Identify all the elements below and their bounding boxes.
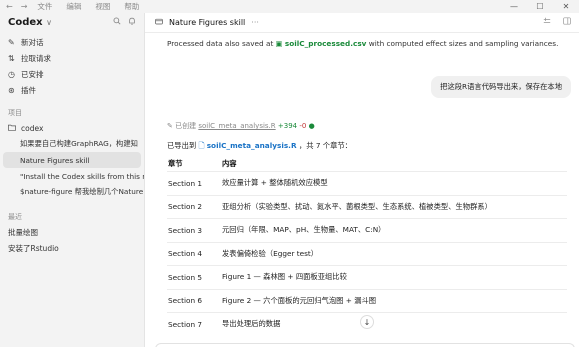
lines-added: +394 <box>277 122 298 130</box>
pull-request-icon: ⇅ <box>8 53 15 63</box>
edit-icon: ✎ <box>8 37 15 47</box>
table-cell: Section 3 <box>168 225 203 235</box>
project-name: codex <box>21 123 44 133</box>
exported-suffix: ，共 7 个章节： <box>298 141 352 150</box>
table-row: Section 2 亚组分析（实验类型、扰动、氮水平、菌根类型、生态系统、植被类… <box>167 194 567 219</box>
menu-file[interactable]: 文件 <box>37 1 52 12</box>
sidebar-item-label: 新对话 <box>21 37 44 47</box>
forward-arrow-icon[interactable]: → <box>21 2 28 11</box>
more-options-icon[interactable]: ··· <box>251 18 259 27</box>
search-icon[interactable] <box>113 17 121 27</box>
table-cell: 元回归（年限、MAP、pH、生物量、MAT、C:N） <box>222 225 386 235</box>
processed-data-line: Processed data also saved at ▣ soilC_pro… <box>167 39 567 48</box>
processed-prefix: Processed data also saved at <box>167 39 274 48</box>
sidebar-item-label: 拉取请求 <box>21 53 51 63</box>
thread-item[interactable]: "Install the Codex skills from this re <box>0 168 144 184</box>
app-switcher[interactable]: Codex ∨ <box>8 17 52 28</box>
thread-item[interactable]: $nature-figure 帮我绘制几个Nature <box>0 184 144 200</box>
thread-item[interactable]: 如果要自己构建GraphRAG，构建知 <box>0 136 144 152</box>
recent-heading: 最近 <box>8 213 22 221</box>
table-cell: 发表偏倚检验（Egger test） <box>222 248 319 258</box>
menu-view[interactable]: 视图 <box>95 1 110 12</box>
table-row: Section 4 发表偏倚检验（Egger test） <box>167 241 567 266</box>
lines-removed: -0 <box>299 122 307 130</box>
pencil-icon: ✎ <box>167 122 173 130</box>
table-cell: 亚组分析（实验类型、扰动、氮水平、菌根类型、生态系统、植被类型、生物群系） <box>222 201 492 211</box>
table-cell: Section 6 <box>168 296 203 306</box>
table-cell: Figure 1 — 森林图 + 四面板亚组比较 <box>222 272 347 282</box>
maximize-button[interactable]: ☐ <box>527 0 553 13</box>
clock-icon: ◷ <box>8 69 15 79</box>
table-row: Section 5 Figure 1 — 森林图 + 四面板亚组比较 <box>167 265 567 289</box>
sidebar-item-label: 插件 <box>21 85 36 95</box>
sidebar-item-scheduled[interactable]: ◷ 已安排 <box>0 66 144 82</box>
title-bar: ← → 文件 编辑 视图 帮助 — ☐ ✕ <box>0 0 579 13</box>
toggle-panel-icon[interactable] <box>563 17 571 27</box>
exported-line: 已导出到 🗋 soilC_meta_analysis.R ，共 7 个章节： <box>167 140 352 153</box>
processed-file-link[interactable]: soilC_processed.csv <box>285 39 367 48</box>
table-row: Section 1 效应量计算 + 整体随机效应模型 <box>167 171 567 195</box>
table-cell: Section 1 <box>168 178 203 188</box>
table-cell: Section 5 <box>168 272 203 282</box>
menu-help[interactable]: 帮助 <box>124 1 139 12</box>
created-file-link[interactable]: soilC_meta_analysis.R <box>198 122 275 130</box>
close-button[interactable]: ✕ <box>553 0 579 13</box>
table-cell: Section 2 <box>168 202 203 212</box>
sidebar-item-pull-requests[interactable]: ⇅ 拉取请求 <box>0 50 144 66</box>
main-panel: Nature Figures skill ··· Processed data … <box>144 13 579 347</box>
diff-icon[interactable] <box>543 17 551 27</box>
table-row: Section 3 元回归（年限、MAP、pH、生物量、MAT、C:N） <box>167 218 567 242</box>
back-arrow-icon[interactable]: ← <box>6 2 13 11</box>
table-cell: Section 4 <box>168 249 203 259</box>
file-icon: ▣ <box>275 39 283 48</box>
thread-item-active[interactable]: Nature Figures skill <box>3 152 141 168</box>
chevron-down-icon: ∨ <box>46 17 52 27</box>
projects-heading: 项目 <box>8 109 22 117</box>
exported-file-link[interactable]: soilC_meta_analysis.R <box>207 141 297 150</box>
sections-table: 章节 内容 Section 1 效应量计算 + 整体随机效应模型 Section… <box>167 157 567 336</box>
column-header: 章节 <box>168 159 183 168</box>
table-cell: Section 7 <box>168 319 203 329</box>
sidebar: Codex ∨ ✎ 新对话 ⇅ 拉取请求 ◷ 已安排 ⊛ 插件 项目 codex… <box>0 13 144 347</box>
recent-item[interactable]: 批量绘图 <box>0 224 144 240</box>
table-cell: 导出处理后的数据 <box>222 319 281 329</box>
menu-bar: 文件 编辑 视图 帮助 <box>37 1 139 12</box>
folder-icon <box>8 124 18 133</box>
project-codex[interactable]: codex <box>0 120 144 136</box>
sidebar-item-plugins[interactable]: ⊛ 插件 <box>0 82 144 98</box>
minimize-button[interactable]: — <box>501 0 527 13</box>
sidebar-item-new-chat[interactable]: ✎ 新对话 <box>0 34 144 50</box>
column-header: 内容 <box>222 159 237 168</box>
thread-title: Nature Figures skill <box>169 18 246 27</box>
processed-suffix: with computed effect sizes and sampling … <box>368 39 559 48</box>
user-message-bubble: 把这段R语言代码导出来，保存在本地 <box>431 76 571 98</box>
recent-item[interactable]: 安装了Rstudio <box>0 240 144 256</box>
exported-prefix: 已导出到 <box>167 141 197 150</box>
table-header: 章节 内容 <box>167 157 567 171</box>
table-row: Section 6 Figure 2 — 六个面板的元回归气泡图 + 漏斗图 <box>167 288 567 313</box>
menu-edit[interactable]: 编辑 <box>66 1 81 12</box>
chat-icon <box>155 18 163 28</box>
plugin-icon: ⊛ <box>8 85 15 95</box>
table-cell: 效应量计算 + 整体随机效应模型 <box>222 178 328 188</box>
table-cell: Figure 2 — 六个面板的元回归气泡图 + 漏斗图 <box>222 295 377 305</box>
bell-icon[interactable] <box>128 17 136 27</box>
file-created-notice: ✎ 已创建 soilC_meta_analysis.R +394 -0 ● <box>167 121 315 131</box>
scroll-to-bottom-button[interactable]: ↓ <box>360 315 374 329</box>
thread-header: Nature Figures skill ··· <box>145 13 579 33</box>
status-dot-icon: ● <box>308 122 315 130</box>
document-icon: 🗋 <box>198 141 205 150</box>
app-name: Codex <box>8 16 43 28</box>
composer-box[interactable] <box>155 343 575 347</box>
sidebar-item-label: 已安排 <box>21 69 44 79</box>
created-label: 已创建 <box>175 122 197 130</box>
